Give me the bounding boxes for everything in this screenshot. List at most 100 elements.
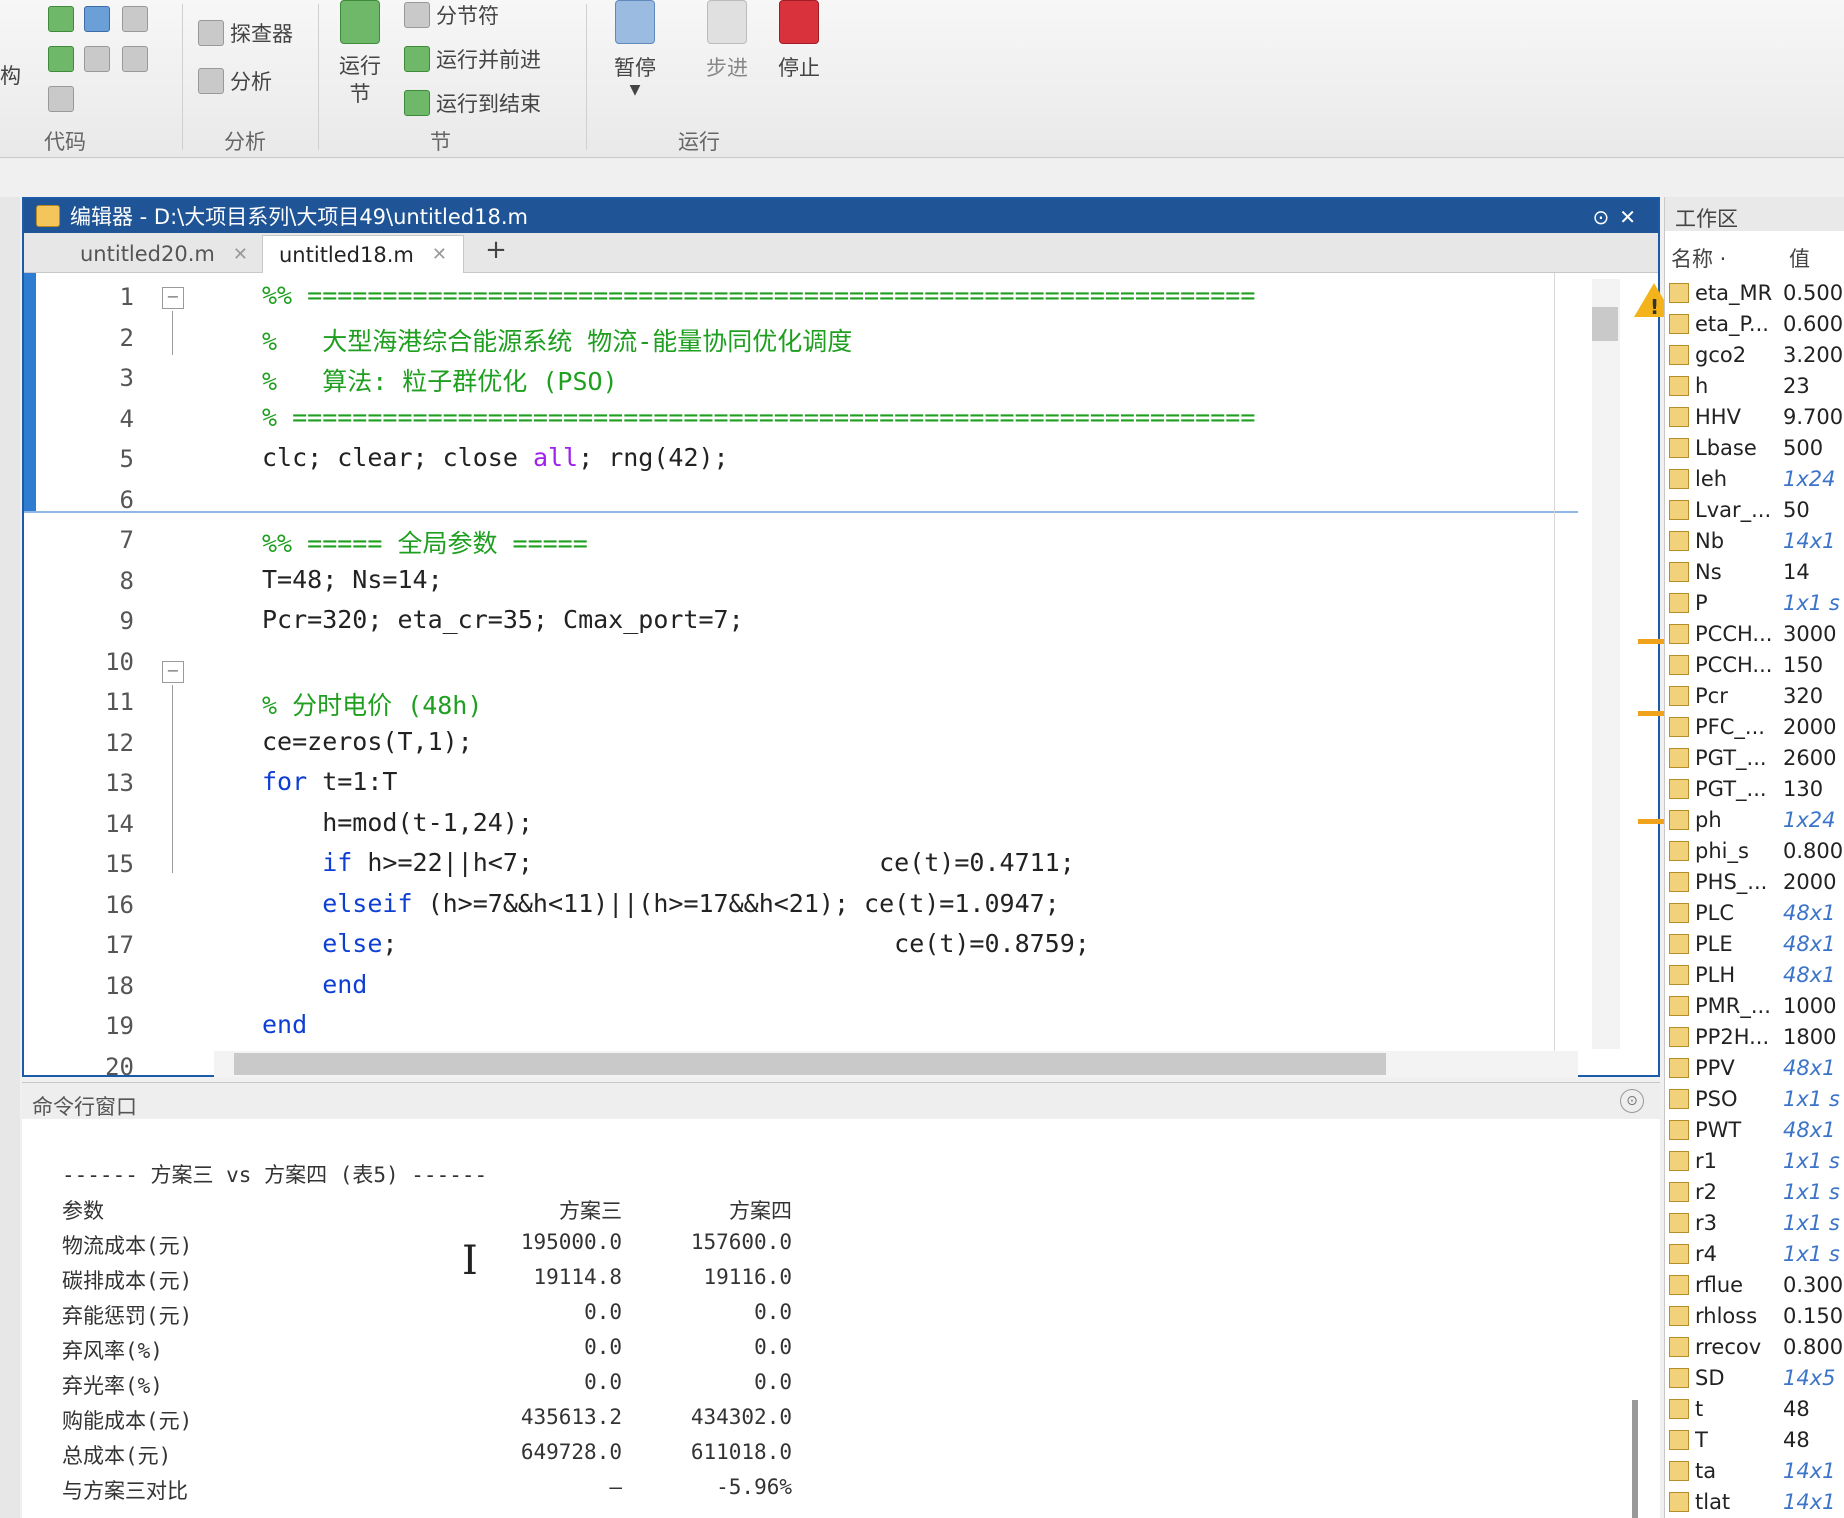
workspace-variable-row[interactable]: leh 1x24 — [1665, 463, 1844, 494]
workspace-variable-row[interactable]: ta 14x1 — [1665, 1455, 1844, 1486]
workspace-variable-row[interactable]: r3 1x1 s — [1665, 1207, 1844, 1238]
step-button[interactable]: 步进 — [694, 0, 760, 82]
workspace-variable-row[interactable]: PFC_... 2000 — [1665, 711, 1844, 742]
code-tool-icon[interactable] — [84, 6, 110, 32]
workspace-variable-row[interactable]: PWT 48x1 — [1665, 1114, 1844, 1145]
workspace-variable-row[interactable]: r1 1x1 s — [1665, 1145, 1844, 1176]
line-number: 2 — [119, 323, 134, 352]
line-number: 14 — [105, 809, 134, 838]
workspace-variable-row[interactable]: PPV 48x1 — [1665, 1052, 1844, 1083]
code-line[interactable]: if h>=22||h<7; ce(t)=0.4711; — [262, 848, 1075, 877]
options-icon[interactable]: ⊙ — [1620, 1089, 1644, 1113]
options-icon[interactable]: ⊙ — [1592, 205, 1619, 229]
step-icon — [707, 0, 747, 44]
workspace-variable-row[interactable]: r2 1x1 s — [1665, 1176, 1844, 1207]
workspace-variable-row[interactable]: PLH 48x1 — [1665, 959, 1844, 990]
code-line[interactable]: end — [262, 1010, 307, 1039]
workspace-variable-row[interactable]: Pcr 320 — [1665, 680, 1844, 711]
workspace-variable-row[interactable]: PSO 1x1 s — [1665, 1083, 1844, 1114]
workspace-variable-row[interactable]: PHS_... 2000 — [1665, 866, 1844, 897]
workspace-variable-row[interactable]: PMR_... 1000 — [1665, 990, 1844, 1021]
variable-icon — [1669, 1367, 1689, 1388]
workspace-variable-row[interactable]: eta_MR 0.500 — [1665, 277, 1844, 308]
workspace-variable-row[interactable]: PGT_... 130 — [1665, 773, 1844, 804]
horizontal-scroll-thumb[interactable] — [234, 1053, 1386, 1075]
pause-button[interactable]: 暂停 ▼ — [600, 0, 670, 98]
vertical-scroll-thumb[interactable] — [1592, 307, 1618, 341]
add-tab-button[interactable]: + — [472, 235, 520, 271]
code-line[interactable]: % ======================================… — [262, 403, 1255, 432]
workspace-variable-row[interactable]: eta_P... 0.600 — [1665, 308, 1844, 339]
vertical-scrollbar[interactable] — [1592, 279, 1620, 1049]
workspace-variable-row[interactable]: PCCH... 150 — [1665, 649, 1844, 680]
code-line[interactable]: T=48; Ns=14; — [262, 565, 443, 594]
code-line[interactable]: Pcr=320; eta_cr=35; Cmax_port=7; — [262, 605, 744, 634]
workspace-variable-row[interactable]: T 48 — [1665, 1424, 1844, 1455]
workspace-variable-row[interactable]: Lvar_... 50 — [1665, 494, 1844, 525]
explorer-button[interactable]: 探查器 — [198, 18, 293, 48]
code-line[interactable]: clc; clear; close all; rng(42); — [262, 443, 729, 472]
workspace-variable-row[interactable]: PP2H... 1800 — [1665, 1021, 1844, 1052]
variable-icon — [1669, 1150, 1689, 1171]
run-to-end-button[interactable]: 运行到结束 — [404, 88, 541, 118]
code-line[interactable]: h=mod(t-1,24); — [262, 808, 533, 837]
workspace-variable-row[interactable]: h 23 — [1665, 370, 1844, 401]
code-line[interactable]: %% ===== 全局参数 ===== — [262, 524, 588, 560]
code-line[interactable]: end — [262, 970, 367, 999]
close-tab-icon[interactable]: ✕ — [233, 244, 248, 265]
value-column-header[interactable]: 值 — [1789, 243, 1810, 273]
code-line[interactable]: %% =====================================… — [262, 281, 1255, 310]
workspace-variable-row[interactable]: Ns 14 — [1665, 556, 1844, 587]
workspace-variable-row[interactable]: PCCH... 3000 — [1665, 618, 1844, 649]
workspace-variable-row[interactable]: rrecov 0.800 — [1665, 1331, 1844, 1362]
line-number: 3 — [119, 364, 134, 392]
indent-icon[interactable] — [122, 46, 148, 72]
tab-untitled20[interactable]: untitled20.m ✕ — [64, 235, 264, 273]
code-line[interactable]: % 大型海港综合能源系统 物流-能量协同优化调度 — [262, 322, 852, 358]
section-break-button[interactable]: 分节符 — [404, 0, 499, 30]
workspace-variable-row[interactable]: PLC 48x1 — [1665, 897, 1844, 928]
fold-toggle-icon[interactable]: − — [162, 661, 184, 683]
workspace-variable-row[interactable]: PLE 48x1 — [1665, 928, 1844, 959]
workspace-variable-row[interactable]: Lbase 500 — [1665, 432, 1844, 463]
code-line[interactable]: elseif (h>=7&&h<11)||(h>=17&&h<21); ce(t… — [262, 889, 1060, 918]
code-line[interactable]: else; ce(t)=0.8759; — [262, 929, 1090, 958]
command-scrollbar[interactable] — [1632, 1400, 1638, 1518]
workspace-variable-row[interactable]: rflue 0.300 — [1665, 1269, 1844, 1300]
run-section-button[interactable]: 运行 节 — [328, 0, 392, 108]
code-tool-icon[interactable] — [48, 6, 74, 32]
variable-name: Ns — [1695, 559, 1722, 584]
workspace-variable-row[interactable]: tlat 14x1 — [1665, 1486, 1844, 1517]
tab-untitled18[interactable]: untitled18.m ✕ — [262, 235, 464, 273]
variable-value: 48x1 — [1783, 1055, 1836, 1080]
indent-icon[interactable] — [48, 46, 74, 72]
code-tool-icon[interactable] — [122, 6, 148, 32]
close-tab-icon[interactable]: ✕ — [432, 244, 447, 265]
variable-value: 150 — [1783, 652, 1824, 677]
workspace-variable-row[interactable]: rhloss 0.150 — [1665, 1300, 1844, 1331]
code-line[interactable]: % 分时电价 (48h) — [262, 686, 482, 722]
code-line[interactable]: ce=zeros(T,1); — [262, 727, 473, 756]
workspace-variable-row[interactable]: phi_s 0.800 — [1665, 835, 1844, 866]
workspace-variable-row[interactable]: Nb 14x1 — [1665, 525, 1844, 556]
workspace-variable-row[interactable]: ph 1x24 — [1665, 804, 1844, 835]
workspace-variable-row[interactable]: SD 14x5 — [1665, 1362, 1844, 1393]
format-icon[interactable] — [48, 86, 74, 112]
command-window[interactable]: 命令行窗口 ⊙ ------ 方案三 vs 方案四 (表5) ------ 参数… — [22, 1082, 1660, 1518]
stop-button[interactable]: 停止 — [766, 0, 832, 82]
workspace-variable-row[interactable]: gco2 3.200 — [1665, 339, 1844, 370]
close-icon[interactable]: ✕ — [1619, 205, 1646, 229]
workspace-variable-row[interactable]: HHV 9.700 — [1665, 401, 1844, 432]
code-line[interactable]: for t=1:T — [262, 767, 397, 796]
analyze-button[interactable]: 分析 — [198, 66, 272, 96]
workspace-variable-row[interactable]: P 1x1 s — [1665, 587, 1844, 618]
code-line[interactable]: % 算法: 粒子群优化 (PSO) — [262, 362, 618, 398]
name-column-header[interactable]: 名称 · — [1671, 243, 1726, 273]
workspace-variable-row[interactable]: PGT_... 2600 — [1665, 742, 1844, 773]
run-and-advance-button[interactable]: 运行并前进 — [404, 44, 541, 74]
fold-toggle-icon[interactable]: − — [162, 287, 184, 309]
code-token: end — [262, 1010, 308, 1039]
indent-icon[interactable] — [84, 46, 110, 72]
workspace-variable-row[interactable]: t 48 — [1665, 1393, 1844, 1424]
workspace-variable-row[interactable]: r4 1x1 s — [1665, 1238, 1844, 1269]
